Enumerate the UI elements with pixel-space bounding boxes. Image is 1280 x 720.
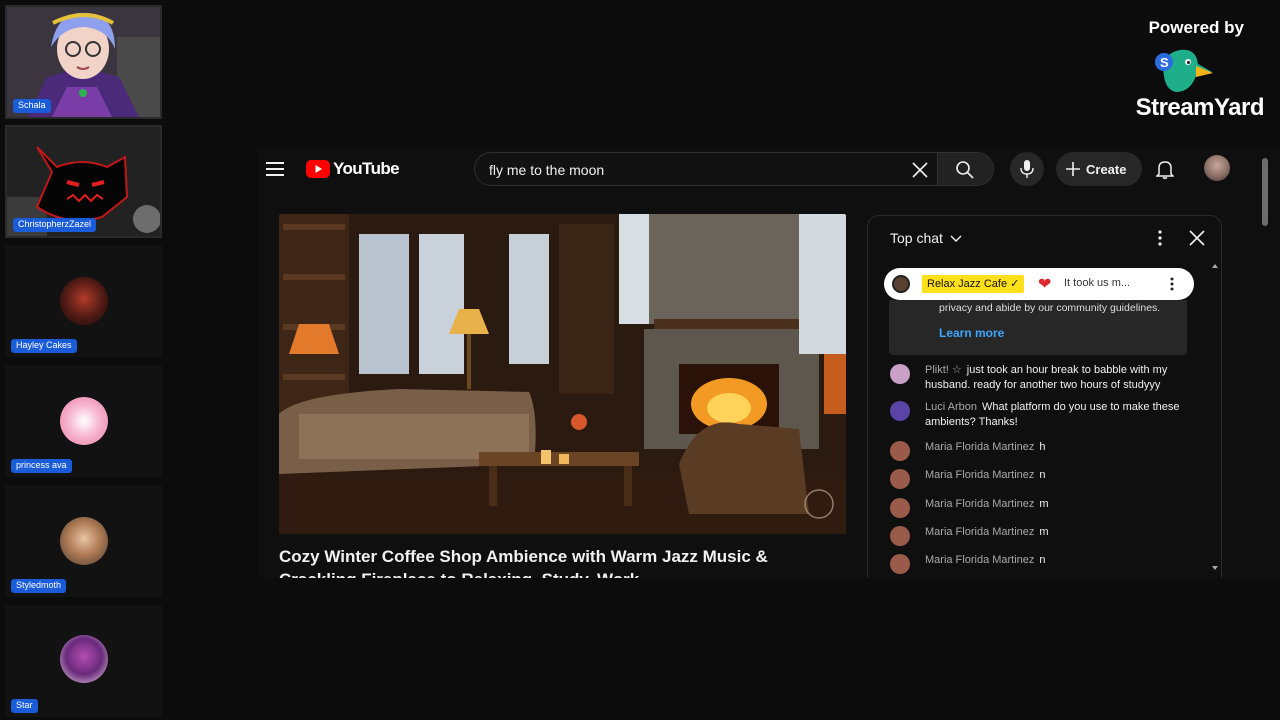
- chat-message: Luci Arbon What platform do you use to ma…: [890, 400, 1190, 430]
- page-scrollbar[interactable]: [1260, 148, 1270, 578]
- participant-tile-styledmoth: Styledmoth: [5, 485, 162, 597]
- stream-canvas: Schala ChristopherzZazel Hayley Cakes pr…: [0, 0, 1280, 720]
- message-text: m: [1039, 498, 1049, 510]
- clear-search-icon[interactable]: [911, 161, 929, 179]
- participant-name: Styledmoth: [11, 579, 67, 593]
- message-text: h: [1039, 441, 1046, 453]
- create-button[interactable]: Create: [1056, 152, 1142, 186]
- video-title[interactable]: Cozy Winter Coffee Shop Ambience with Wa…: [279, 545, 849, 578]
- page-scrollbar-thumb[interactable]: [1262, 158, 1268, 226]
- chat-message: Maria Florida Martinez n: [890, 468, 1190, 489]
- message-author: Maria Florida Martinez: [925, 554, 1035, 566]
- avatar: [890, 469, 910, 489]
- notifications-bell-icon[interactable]: [1156, 159, 1174, 179]
- participant-tile-hayley-cakes: Hayley Cakes: [5, 245, 162, 357]
- participant-tile-princess-ava: princess ava: [5, 365, 162, 477]
- chat-message: Plikt! ☆ just took an hour break to babbl…: [890, 363, 1190, 393]
- search-icon: [956, 161, 974, 179]
- participant-name: Hayley Cakes: [11, 339, 77, 353]
- youtube-window: YouTube fly me to the moon Create Cozy W…: [258, 148, 1280, 578]
- avatar: [890, 526, 910, 546]
- create-button-label: Create: [1086, 161, 1127, 177]
- participant-name: Schala: [13, 99, 51, 113]
- pinned-message[interactable]: Relax Jazz Cafe ✓ ❤ It took us m...: [884, 268, 1194, 300]
- youtube-topbar: YouTube fly me to the moon Create: [258, 148, 1258, 190]
- avatar: [60, 635, 108, 683]
- participant-column: Schala ChristopherzZazel Hayley Cakes pr…: [0, 0, 165, 720]
- learn-more-link[interactable]: Learn more: [939, 326, 1004, 340]
- youtube-logo-text: YouTube: [333, 159, 400, 178]
- search-box[interactable]: fly me to the moon: [474, 152, 994, 186]
- account-avatar[interactable]: [1204, 155, 1230, 181]
- chevron-down-icon: [950, 235, 962, 242]
- chat-message: Maria Florida Martinez m: [890, 497, 1190, 518]
- notice-text: privacy and abide by our community guide…: [939, 302, 1161, 314]
- youtube-logo[interactable]: YouTube: [306, 159, 400, 179]
- heart-icon: ❤: [1038, 276, 1052, 293]
- message-author: Maria Florida Martinez: [925, 469, 1035, 481]
- video-player[interactable]: [279, 214, 846, 534]
- avatar: [60, 277, 108, 325]
- avatar: [890, 441, 910, 461]
- avatar: [890, 554, 910, 574]
- plus-icon: [1066, 162, 1080, 176]
- participant-tile-schala: Schala: [5, 5, 162, 119]
- participant-name: Star: [11, 699, 38, 713]
- youtube-play-icon: [306, 160, 330, 178]
- video-frame-image: [279, 214, 846, 534]
- chat-message: Maria Florida Martinez m: [890, 525, 1190, 546]
- chat-mode-label: Top chat: [890, 230, 943, 246]
- message-author: Maria Florida Martinez: [925, 526, 1035, 538]
- message-text: n: [1039, 554, 1046, 566]
- participant-name: ChristopherzZazel: [13, 218, 97, 232]
- search-button[interactable]: [937, 153, 993, 185]
- avatar: [60, 517, 108, 565]
- menu-icon[interactable]: [266, 162, 284, 176]
- streamyard-wordmark: StreamYard: [1135, 94, 1265, 121]
- chat-mode-dropdown[interactable]: Top chat: [890, 230, 962, 246]
- pinned-channel-badge: Relax Jazz Cafe ✓: [922, 275, 1025, 293]
- powered-by-badge: Powered by S StreamYard: [1096, 18, 1266, 122]
- participant-name: princess ava: [11, 459, 72, 473]
- search-input[interactable]: fly me to the moon: [489, 162, 604, 178]
- voice-search-button[interactable]: [1010, 152, 1044, 186]
- message-text: m: [1039, 526, 1049, 538]
- streamyard-duck-logo-icon: S: [1155, 49, 1213, 92]
- live-chat-panel: Top chat privacy and abide by our commun…: [867, 215, 1222, 578]
- pinned-more-options-icon[interactable]: [1170, 277, 1174, 291]
- chat-scrollbar[interactable]: [1212, 262, 1218, 572]
- pinned-message-text: It took us m...: [1064, 277, 1131, 289]
- avatar: [890, 364, 910, 384]
- close-chat-icon[interactable]: [1188, 229, 1206, 247]
- svg-text:S: S: [1160, 55, 1169, 70]
- message-author: Maria Florida Martinez: [925, 498, 1035, 510]
- chat-community-notice: privacy and abide by our community guide…: [889, 300, 1187, 355]
- message-author: Plikt! ☆: [925, 364, 962, 376]
- message-text: n: [1039, 469, 1046, 481]
- participant-tile-star: Star: [5, 605, 162, 717]
- message-author: Luci Arbon: [925, 401, 977, 413]
- channel-avatar: [892, 275, 910, 293]
- more-options-icon[interactable]: [1158, 230, 1162, 246]
- chat-message: Maria Florida Martinez n: [890, 553, 1190, 574]
- chat-message: Maria Florida Martinez h: [890, 440, 1190, 461]
- avatar: [890, 401, 910, 421]
- avatar: [890, 498, 910, 518]
- powered-by-label: Powered by: [1148, 18, 1244, 37]
- avatar: [60, 397, 108, 445]
- message-author: Maria Florida Martinez: [925, 441, 1035, 453]
- microphone-icon: [1020, 160, 1034, 178]
- participant-tile-christopherzzazel: ChristopherzZazel: [5, 125, 162, 238]
